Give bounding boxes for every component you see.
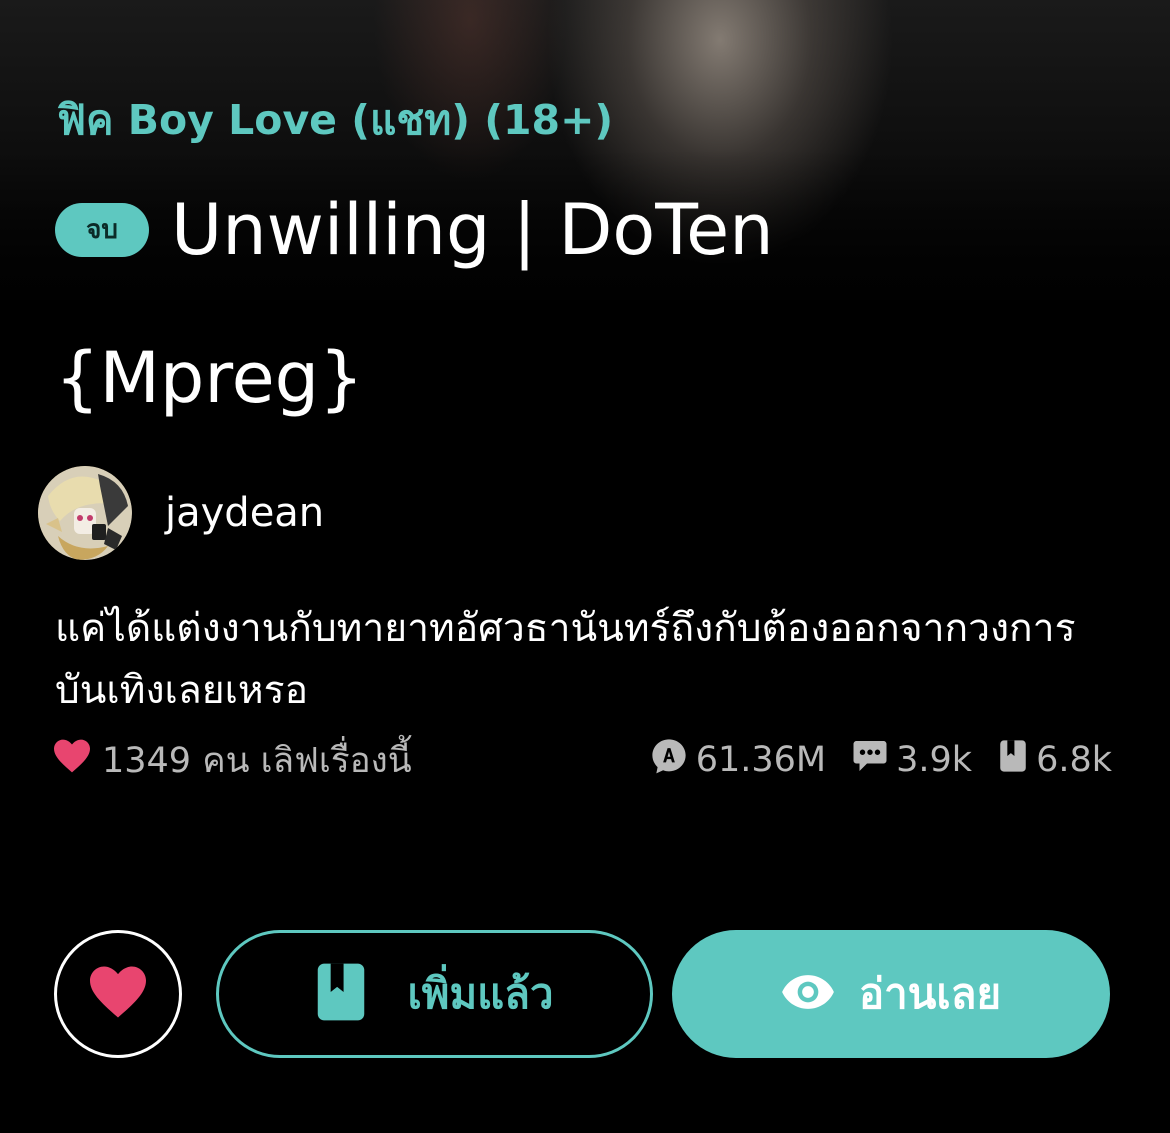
comment-icon (852, 739, 896, 782)
story-title-continued: {Mpreg} (55, 337, 364, 419)
read-now-button[interactable]: อ่านเลย (672, 930, 1110, 1058)
add-to-library-label: เพิ่มแล้ว (407, 969, 554, 1018)
story-category[interactable]: ฟิค Boy Love (แชท) (18+) (57, 88, 613, 153)
comments-count: 3.9k (896, 740, 973, 780)
author-name[interactable]: jaydean (165, 490, 324, 536)
heart-icon (87, 964, 149, 1024)
views-count: 61.36M (695, 740, 827, 780)
title-row: จบ Unwilling | DoTen (55, 185, 774, 275)
story-detail-panel: ฟิค Boy Love (แชท) (18+) จบ Unwilling | … (0, 0, 1170, 1133)
heart-icon (52, 738, 92, 783)
stats-row: 1349 คน เลิฟเรื่องนี้ 61.36M 3.9k 6.8k (52, 735, 1112, 785)
action-buttons: เพิ่มแล้ว อ่านเลย (54, 930, 1114, 1060)
comments-stat: 3.9k (852, 739, 972, 782)
views-icon (650, 737, 696, 784)
bookmark-icon (315, 961, 367, 1027)
bookmarks-stat: 6.8k (998, 739, 1112, 782)
eye-icon (781, 974, 835, 1014)
likes-stat: 1349 คน เลิฟเรื่องนี้ (52, 733, 412, 788)
likes-text: 1349 คน เลิฟเรื่องนี้ (102, 740, 412, 781)
story-synopsis: แค่ได้แต่งงานกับทายาทอัศวธานันทร์ถึงกับต… (55, 606, 1076, 713)
read-now-label: อ่านเลย (858, 969, 1002, 1018)
add-to-library-button[interactable]: เพิ่มแล้ว (216, 930, 653, 1058)
bookmark-icon (998, 739, 1036, 782)
status-badge: จบ (55, 203, 149, 257)
like-button[interactable] (54, 930, 182, 1058)
engagement-stats: 61.36M 3.9k 6.8k (624, 737, 1112, 784)
story-title: Unwilling | DoTen (171, 189, 774, 271)
views-stat: 61.36M (650, 737, 826, 784)
avatar[interactable] (38, 466, 132, 560)
bookmarks-count: 6.8k (1036, 740, 1112, 780)
author-row[interactable]: jaydean (38, 466, 324, 560)
